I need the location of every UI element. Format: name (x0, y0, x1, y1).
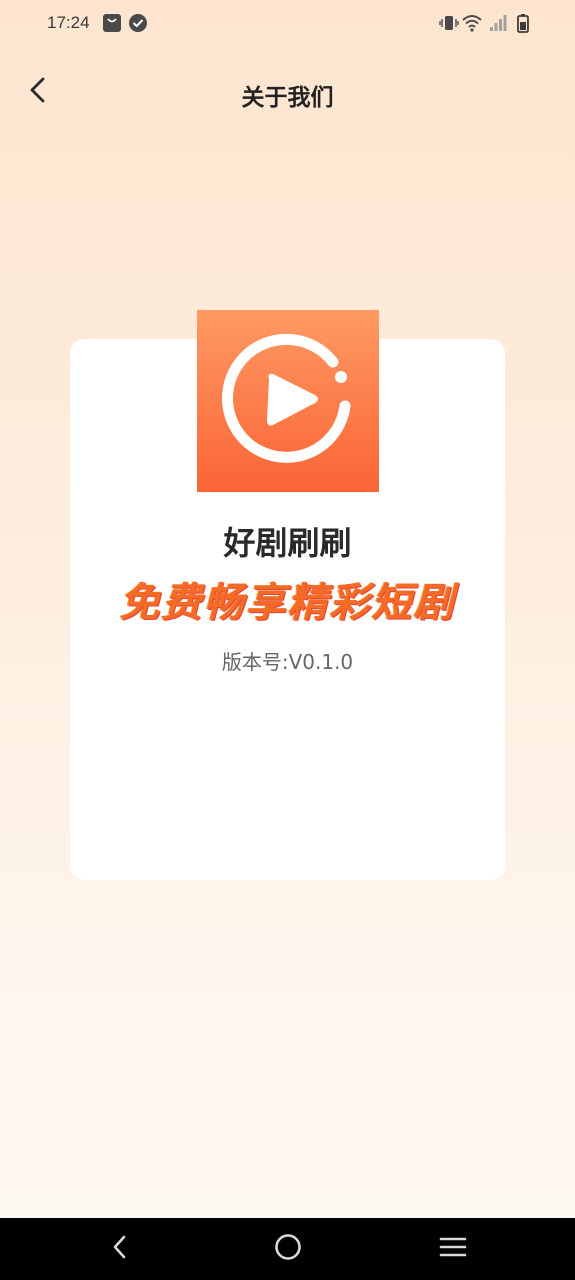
back-triangle-icon (110, 1234, 132, 1264)
home-circle-icon (273, 1232, 303, 1266)
page-title: 关于我们 (241, 85, 334, 111)
wifi-icon (462, 13, 482, 33)
nav-home-button[interactable] (270, 1231, 306, 1267)
version-info: 版本号:V0.1.0 (0, 646, 575, 675)
top-bar: 关于我们 (0, 60, 575, 124)
app-slogan: 免费畅享精彩短剧 (119, 579, 456, 626)
app-logo (197, 310, 379, 492)
version-label: 版本号: (221, 650, 289, 674)
shopping-bag-icon (102, 13, 122, 33)
play-circle-icon (197, 333, 379, 496)
nav-back-button[interactable] (103, 1231, 139, 1267)
vibrate-icon (439, 13, 459, 33)
nav-menu-button[interactable] (435, 1231, 471, 1267)
check-circle-icon (128, 13, 148, 33)
menu-lines-icon (439, 1234, 467, 1264)
battery-icon (513, 13, 533, 33)
version-value: V0.1.0 (288, 650, 354, 674)
signal-icon (488, 13, 508, 33)
status-time: 17:24 (47, 13, 90, 32)
app-name: 好剧刷刷 (223, 524, 352, 562)
system-nav-bar (0, 1218, 575, 1280)
status-bar: 17:24 (0, 0, 575, 46)
